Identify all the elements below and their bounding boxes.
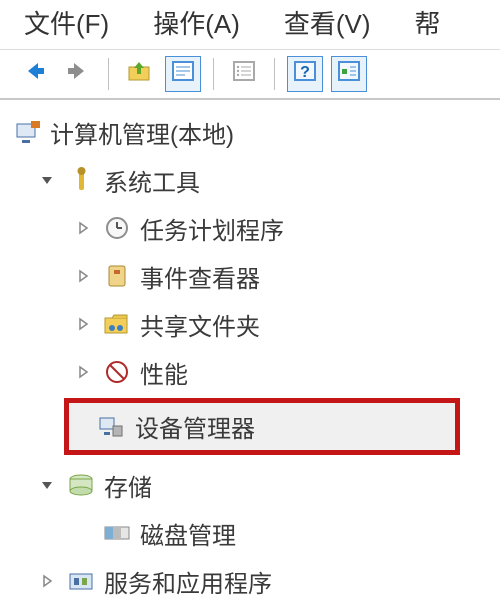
toolbar-separator (274, 58, 275, 90)
tree-label: 任务计划程序 (140, 211, 284, 246)
tree-label: 磁盘管理 (140, 516, 236, 551)
tree-storage[interactable]: 存储 (8, 461, 500, 509)
tree-event-viewer[interactable]: 事件查看器 (8, 252, 500, 300)
show-hide-button[interactable] (331, 56, 367, 92)
event-viewer-icon (102, 261, 132, 291)
tree-shared-folders[interactable]: 共享文件夹 (8, 300, 500, 348)
tree-label: 性能 (140, 355, 188, 390)
tree-device-manager[interactable]: 设备管理器 (64, 398, 460, 455)
chevron-right-icon[interactable] (72, 265, 94, 287)
menu-bar: 文件(F) 操作(A) 查看(V) 帮 (0, 0, 500, 50)
toolbar-separator (108, 58, 109, 90)
tree-label: 服务和应用程序 (104, 564, 272, 599)
navigation-tree: 计算机管理(本地) 系统工具 任务计划程序 事件查看器 (0, 100, 500, 605)
chevron-down-icon[interactable] (36, 169, 58, 191)
storage-icon (66, 470, 96, 500)
chevron-right-icon[interactable] (72, 313, 94, 335)
menu-action[interactable]: 操作(A) (153, 4, 240, 41)
chevron-right-icon[interactable] (36, 570, 58, 592)
tree-label: 事件查看器 (140, 259, 260, 294)
shared-folder-icon (102, 309, 132, 339)
tree-system-tools[interactable]: 系统工具 (8, 156, 500, 204)
tree-label: 系统工具 (104, 163, 200, 198)
toolbar: ? (0, 50, 500, 100)
chevron-down-icon[interactable] (36, 474, 58, 496)
folder-up-icon (126, 58, 152, 90)
device-manager-icon (95, 412, 125, 442)
up-button[interactable] (121, 56, 157, 92)
panel-icon (337, 59, 361, 89)
tree-label: 设备管理器 (135, 409, 255, 444)
arrow-right-icon (64, 57, 92, 91)
svg-text:?: ? (300, 64, 310, 81)
chevron-right-icon[interactable] (72, 361, 94, 383)
refresh-button[interactable] (226, 56, 262, 92)
computer-management-icon (12, 117, 42, 147)
properties-button[interactable] (165, 56, 201, 92)
back-button[interactable] (16, 56, 52, 92)
tree-label: 计算机管理(本地) (50, 115, 234, 150)
clock-icon (102, 213, 132, 243)
chevron-right-icon[interactable] (72, 217, 94, 239)
toolbar-separator (213, 58, 214, 90)
wrench-icon (66, 165, 96, 195)
tree-performance[interactable]: 性能 (8, 348, 500, 396)
tree-disk-management[interactable]: • 磁盘管理 (8, 509, 500, 557)
help-icon: ? (293, 59, 317, 89)
menu-help[interactable]: 帮 (415, 4, 441, 41)
tree-task-scheduler[interactable]: 任务计划程序 (8, 204, 500, 252)
menu-view[interactable]: 查看(V) (284, 4, 371, 41)
list-icon (232, 59, 256, 89)
properties-icon (171, 59, 195, 89)
services-icon (66, 566, 96, 596)
performance-icon (102, 357, 132, 387)
help-button[interactable]: ? (287, 56, 323, 92)
tree-root-computer-management[interactable]: 计算机管理(本地) (8, 108, 500, 156)
disk-management-icon (102, 518, 132, 548)
tree-label: 共享文件夹 (140, 307, 260, 342)
menu-file[interactable]: 文件(F) (24, 4, 109, 41)
tree-label: 存储 (104, 468, 152, 503)
forward-button[interactable] (60, 56, 96, 92)
arrow-left-icon (20, 57, 48, 91)
